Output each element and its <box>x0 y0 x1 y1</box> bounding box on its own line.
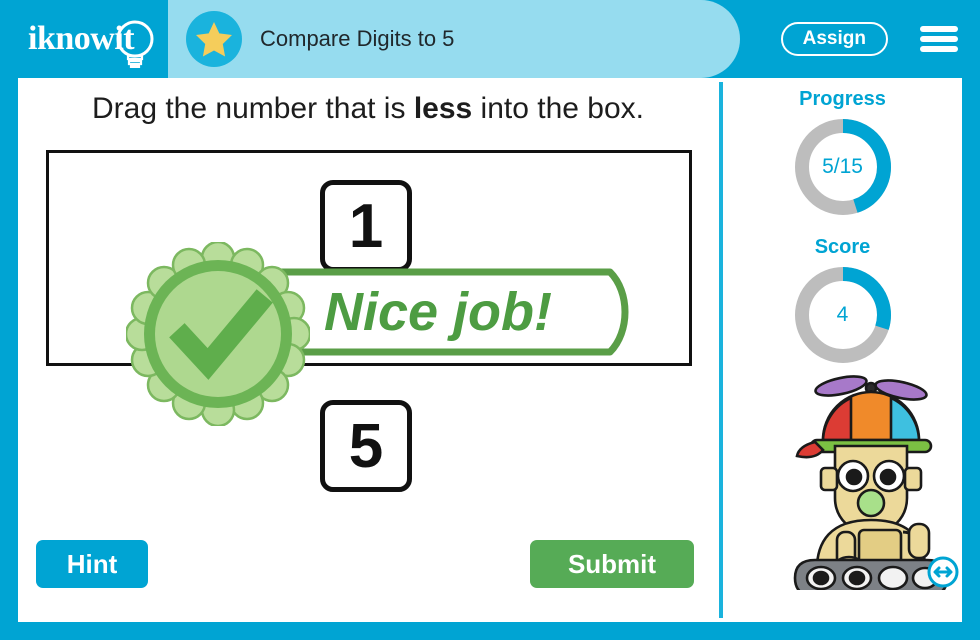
app-root: iknowit Compare Digits to 5 Assign Drag … <box>0 0 980 640</box>
lesson-title-banner: Compare Digits to 5 <box>168 0 740 78</box>
score-ring: 4 <box>791 263 895 367</box>
number-card-bottom[interactable]: 5 <box>320 400 412 492</box>
progress-meter: Progress 5/15 <box>723 88 962 219</box>
progress-ring: 5/15 <box>791 115 895 219</box>
hint-button[interactable]: Hint <box>36 540 148 588</box>
score-meter: Score 4 <box>723 236 962 367</box>
number-card-top[interactable]: 1 <box>320 180 412 272</box>
score-label: Score <box>814 236 871 258</box>
submit-button[interactable]: Submit <box>530 540 694 588</box>
assign-button[interactable]: Assign <box>780 22 888 56</box>
score-value: 4 <box>836 303 849 326</box>
star-badge <box>186 11 242 67</box>
question-prompt: Drag the number that is less into the bo… <box>18 92 718 126</box>
question-suffix: into the box. <box>472 92 644 125</box>
exercise-panel: Drag the number that is less into the bo… <box>18 78 718 622</box>
content-frame: Drag the number that is less into the bo… <box>18 78 962 622</box>
question-prefix: Drag the number that is <box>91 92 414 125</box>
hamburger-menu-icon[interactable] <box>920 22 958 56</box>
status-sidebar: Progress 5/15 Score 4 <box>723 78 962 622</box>
lesson-title: Compare Digits to 5 <box>260 26 455 51</box>
menu-bar <box>920 36 958 42</box>
menu-bar <box>920 46 958 52</box>
lightbulb-icon <box>116 20 154 68</box>
star-icon <box>196 22 232 57</box>
progress-value: 5/15 <box>822 155 863 178</box>
app-header: iknowit Compare Digits to 5 Assign <box>0 0 980 78</box>
progress-label: Progress <box>799 88 886 110</box>
brand-logo[interactable]: iknowit <box>24 12 174 68</box>
question-emphasis: less <box>413 92 473 125</box>
menu-bar <box>920 26 958 32</box>
resize-horizontal-icon[interactable] <box>927 556 959 588</box>
